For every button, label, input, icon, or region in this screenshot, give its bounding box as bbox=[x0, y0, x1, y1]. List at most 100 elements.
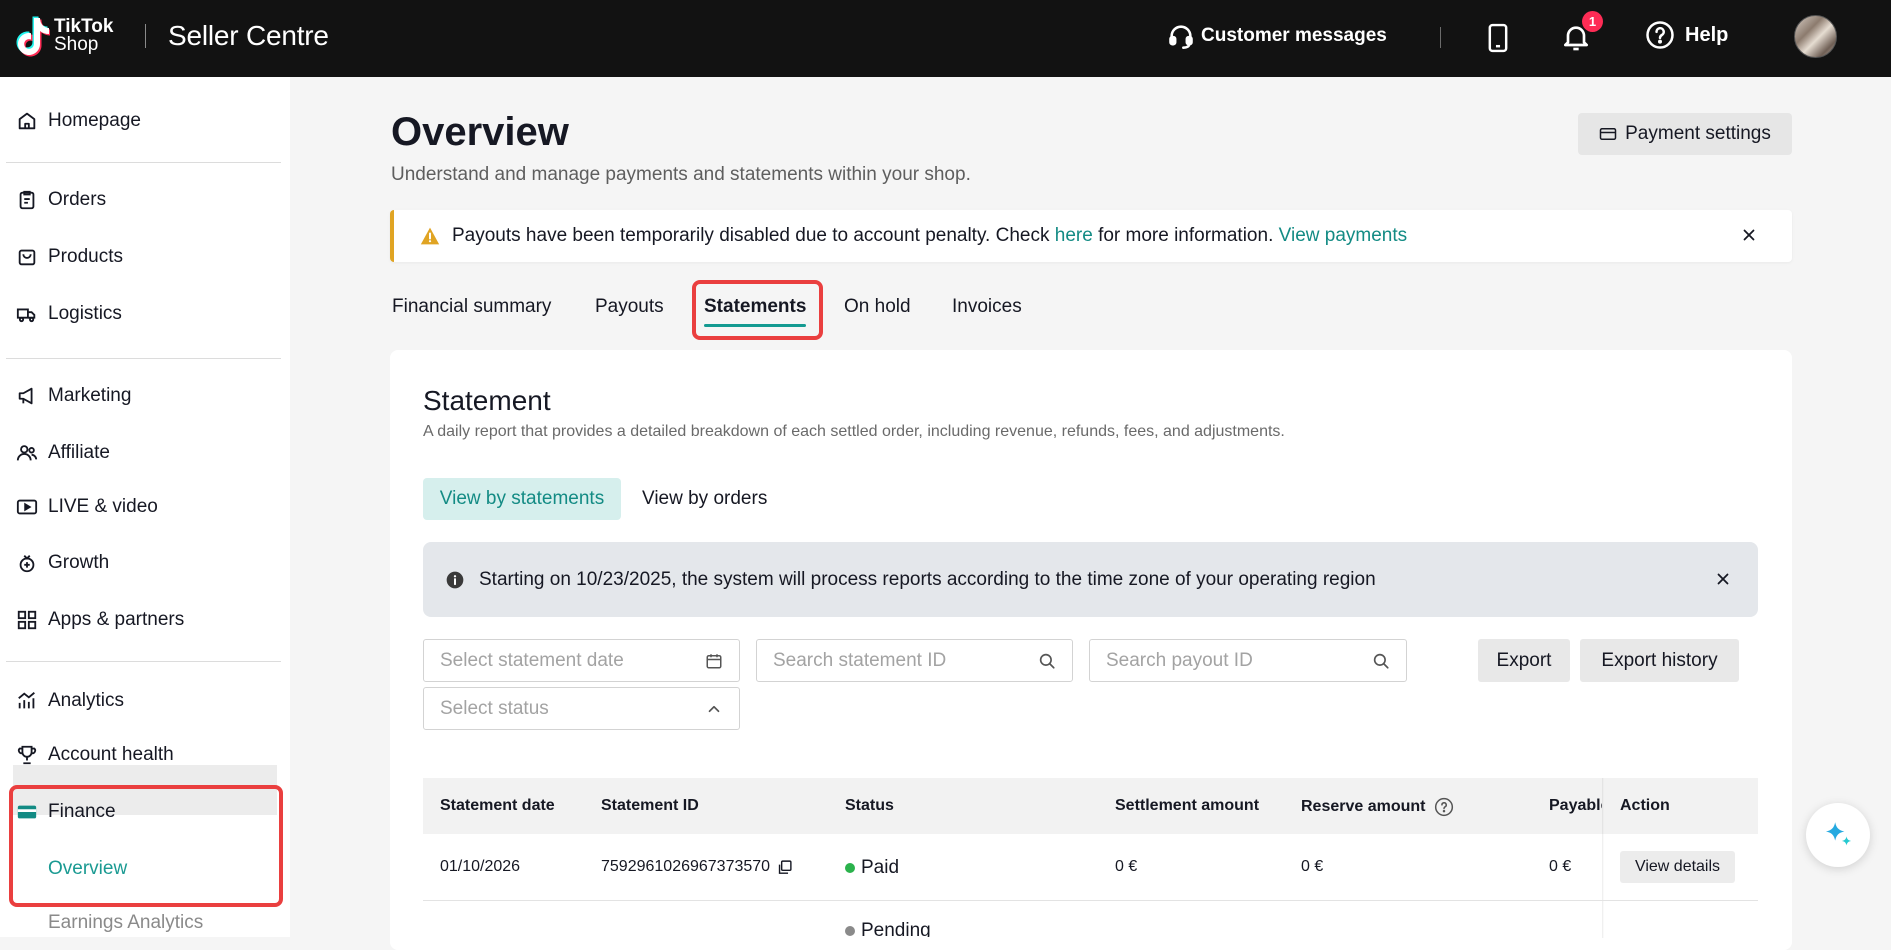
column-status: Status bbox=[845, 797, 894, 814]
info-text: Starting on 10/23/2025, the system will … bbox=[479, 568, 1376, 590]
sidebar-item-homepage[interactable]: Homepage bbox=[16, 110, 141, 132]
tab-on-hold[interactable]: On hold bbox=[844, 296, 911, 318]
export-history-button[interactable]: Export history bbox=[1580, 639, 1739, 682]
mobile-app-button[interactable] bbox=[1487, 23, 1509, 58]
payout-id-search-input[interactable]: Search payout ID bbox=[1089, 639, 1407, 682]
help-label: Help bbox=[1685, 23, 1729, 46]
alert-text-after: for more information. bbox=[1098, 225, 1274, 246]
close-icon[interactable] bbox=[1740, 226, 1758, 244]
tab-invoices[interactable]: Invoices bbox=[952, 296, 1022, 318]
cell-statement-id: 7592961026967373570 bbox=[601, 858, 793, 876]
bag-icon bbox=[18, 249, 36, 266]
cell-statement-date: 01/10/2026 bbox=[440, 858, 521, 875]
statements-tab-highlight-box bbox=[692, 280, 823, 340]
column-settlement-amount: Settlement amount bbox=[1115, 797, 1260, 814]
column-payable: Payable bbox=[1549, 797, 1602, 814]
status-select[interactable]: Select status bbox=[423, 687, 740, 730]
status-pending-dot bbox=[845, 925, 855, 936]
truck-icon bbox=[16, 308, 36, 323]
penalty-alert: Payouts have been temporarily disabled d… bbox=[390, 210, 1792, 262]
help-circle-icon[interactable] bbox=[1434, 797, 1454, 817]
cell-status: Paid bbox=[845, 857, 899, 879]
statement-title: Statement bbox=[423, 385, 551, 416]
tab-payouts[interactable]: Payouts bbox=[595, 296, 664, 318]
sparkle-icon bbox=[1825, 822, 1852, 846]
column-action: Action bbox=[1620, 797, 1670, 814]
phone-icon bbox=[1488, 23, 1508, 53]
sidebar-divider bbox=[6, 661, 281, 662]
clipboard-icon bbox=[19, 190, 35, 210]
statement-date-picker[interactable]: Select statement date bbox=[423, 639, 740, 682]
sidebar-item-affiliate[interactable]: Affiliate bbox=[16, 442, 110, 464]
logo-divider bbox=[145, 24, 146, 48]
alert-text-before: Payouts have been temporarily disabled d… bbox=[452, 225, 1050, 246]
close-icon[interactable] bbox=[1714, 570, 1732, 588]
sidebar-item-live-video[interactable]: LIVE & video bbox=[16, 496, 158, 518]
view-by-statements-toggle[interactable]: View by statements bbox=[423, 478, 621, 520]
tiktok-shop-logo[interactable]: TikTok Shop bbox=[14, 14, 113, 58]
statement-id-search-input[interactable]: Search statement ID bbox=[756, 639, 1073, 682]
cell-payable: 0 € bbox=[1549, 858, 1572, 875]
logo-text-shop: Shop bbox=[54, 34, 99, 55]
payment-settings-button[interactable]: Payment settings bbox=[1578, 113, 1792, 155]
timezone-info-banner: Starting on 10/23/2025, the system will … bbox=[423, 542, 1758, 617]
tiktok-logo-icon bbox=[16, 16, 50, 57]
help-icon bbox=[1646, 21, 1674, 49]
view-payments-link[interactable]: View payments bbox=[1279, 225, 1408, 247]
card-outline-icon bbox=[1599, 128, 1617, 140]
sidebar-item-products[interactable]: Products bbox=[16, 246, 123, 268]
sidebar-item-orders[interactable]: Orders bbox=[16, 189, 106, 211]
brand-title: Seller Centre bbox=[168, 20, 329, 51]
growth-icon bbox=[19, 555, 35, 573]
ai-assistant-button[interactable] bbox=[1806, 803, 1870, 867]
page-subtitle: Understand and manage payments and state… bbox=[391, 164, 971, 185]
view-details-button[interactable]: View details bbox=[1620, 851, 1735, 883]
sidebar-divider bbox=[6, 358, 281, 359]
megaphone-icon bbox=[18, 387, 33, 405]
copy-icon[interactable] bbox=[776, 859, 793, 876]
info-icon bbox=[446, 571, 464, 588]
cell-reserve-amount: 0 € bbox=[1301, 858, 1324, 875]
headset-icon bbox=[1169, 25, 1193, 49]
warning-icon bbox=[420, 227, 440, 245]
analytics-icon bbox=[18, 692, 35, 709]
statement-subtitle: A daily report that provides a detailed … bbox=[423, 423, 1285, 440]
alert-here-link[interactable]: here bbox=[1055, 225, 1093, 247]
customer-messages-label: Customer messages bbox=[1201, 25, 1387, 46]
status-paid-dot bbox=[845, 862, 855, 873]
sidebar-item-logistics[interactable]: Logistics bbox=[16, 303, 122, 325]
cell-settlement-amount: 0 € bbox=[1115, 858, 1138, 875]
video-icon bbox=[16, 499, 38, 515]
avatar[interactable] bbox=[1794, 15, 1837, 58]
search-icon bbox=[1373, 653, 1389, 669]
row-divider bbox=[423, 900, 1758, 901]
page-title: Overview bbox=[391, 110, 569, 154]
sidebar-item-marketing[interactable]: Marketing bbox=[16, 385, 131, 407]
finance-highlight-box bbox=[9, 785, 283, 907]
export-button[interactable]: Export bbox=[1478, 639, 1570, 682]
notification-badge: 1 bbox=[1582, 11, 1603, 32]
sidebar-item-analytics[interactable]: Analytics bbox=[16, 690, 124, 712]
top-bar: TikTok Shop Seller Centre Customer messa… bbox=[0, 0, 1891, 77]
sidebar-item-account-health[interactable]: Account health bbox=[16, 744, 174, 766]
view-by-orders-toggle[interactable]: View by orders bbox=[642, 488, 767, 510]
calendar-icon bbox=[706, 654, 722, 669]
column-statement-date: Statement date bbox=[440, 797, 555, 814]
sidebar-divider bbox=[6, 162, 281, 163]
help-button[interactable]: Help bbox=[1645, 20, 1728, 50]
apps-icon bbox=[17, 610, 37, 630]
customer-messages-button[interactable]: Customer messages bbox=[1167, 22, 1387, 50]
column-statement-id: Statement ID bbox=[601, 797, 699, 814]
top-divider bbox=[1440, 27, 1441, 48]
sidebar-item-growth[interactable]: Growth bbox=[16, 552, 109, 574]
cell-status-pending: Pending bbox=[845, 920, 931, 937]
users-icon bbox=[16, 445, 38, 461]
search-icon bbox=[1039, 653, 1055, 669]
home-icon bbox=[18, 112, 36, 130]
sidebar-subitem-earnings-analytics[interactable]: Earnings Analytics bbox=[48, 912, 203, 937]
action-column-shadow bbox=[1602, 778, 1604, 938]
sidebar-item-apps-partners[interactable]: Apps & partners bbox=[16, 609, 184, 631]
tab-financial-summary[interactable]: Financial summary bbox=[392, 296, 551, 318]
column-reserve-amount: Reserve amount bbox=[1301, 797, 1454, 817]
trophy-icon bbox=[17, 745, 37, 765]
